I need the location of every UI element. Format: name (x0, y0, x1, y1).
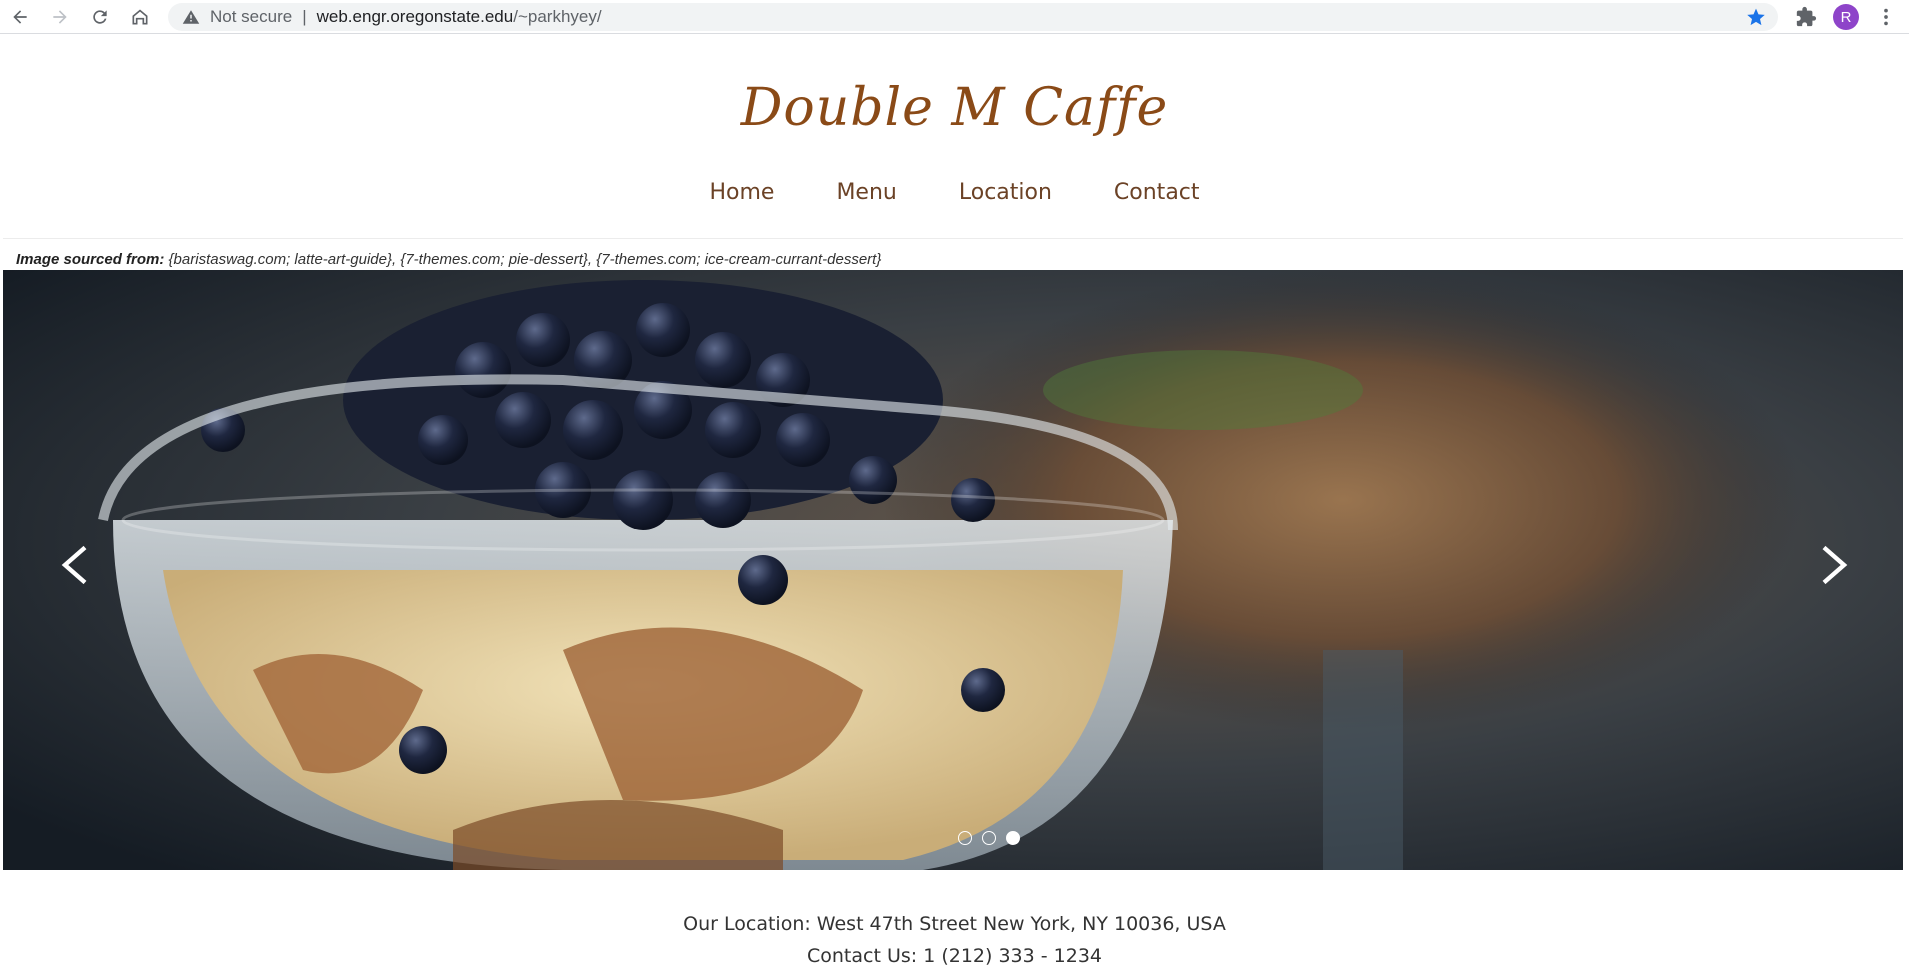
carousel-indicator-3[interactable] (1006, 831, 1020, 845)
site-title: Double M Caffe (740, 78, 1169, 138)
more-vertical-icon[interactable] (1875, 6, 1897, 28)
home-icon (132, 9, 148, 25)
chevron-left-icon (61, 545, 87, 585)
image-carousel[interactable] (3, 270, 1903, 870)
bookmark-star-icon[interactable] (1746, 7, 1766, 27)
warning-icon (182, 10, 200, 24)
address-bar[interactable]: Not secure | web.engr.oregonstate.edu/~p… (168, 3, 1778, 31)
url-path: /~parkhyey/ (513, 7, 602, 26)
nav-location-link[interactable]: Location (959, 180, 1052, 205)
nav-contact-link[interactable]: Contact (1114, 180, 1200, 205)
home-button[interactable] (120, 0, 160, 34)
profile-avatar[interactable]: R (1833, 4, 1859, 30)
footer-contact: Contact Us: 1 (212) 333 - 1234 (806, 945, 1103, 967)
browser-toolbar: Not secure | web.engr.oregonstate.edu/~p… (0, 0, 1909, 34)
forward-button[interactable] (40, 0, 80, 34)
chevron-right-icon (1822, 545, 1848, 585)
arrow-left-icon (13, 10, 27, 24)
nav-menu-link[interactable]: Menu (836, 180, 896, 205)
security-label[interactable]: Not secure (210, 7, 292, 27)
footer-location: Our Location: West 47th Street New York,… (683, 913, 1226, 935)
url-text[interactable]: web.engr.oregonstate.edu/~parkhyey/ (317, 7, 602, 27)
nav-home-link[interactable]: Home (709, 180, 774, 205)
extensions-puzzle-icon[interactable] (1795, 6, 1817, 28)
reload-icon (93, 10, 107, 24)
carousel-indicators (958, 831, 1020, 845)
url-separator: | (302, 7, 307, 26)
carousel-prev-button[interactable] (55, 540, 95, 590)
arrow-right-icon (53, 10, 67, 24)
back-button[interactable] (0, 0, 40, 34)
dessert-slide-image (3, 270, 1903, 870)
image-credit-label: Image sourced from: (16, 251, 165, 268)
url-host: web.engr.oregonstate.edu (316, 7, 514, 26)
nav-divider (3, 238, 1903, 239)
page-footer: Our Location: West 47th Street New York,… (0, 908, 1909, 972)
carousel-indicator-1[interactable] (958, 831, 972, 845)
reload-button[interactable] (80, 0, 120, 34)
main-nav: Home Menu Location Contact (0, 180, 1909, 205)
carousel-next-button[interactable] (1814, 540, 1854, 590)
image-credit: Image sourced from: {baristaswag.com; la… (16, 251, 881, 268)
carousel-indicator-2[interactable] (982, 831, 996, 845)
image-credit-text: {baristaswag.com; latte-art-guide}, {7-t… (164, 251, 882, 268)
